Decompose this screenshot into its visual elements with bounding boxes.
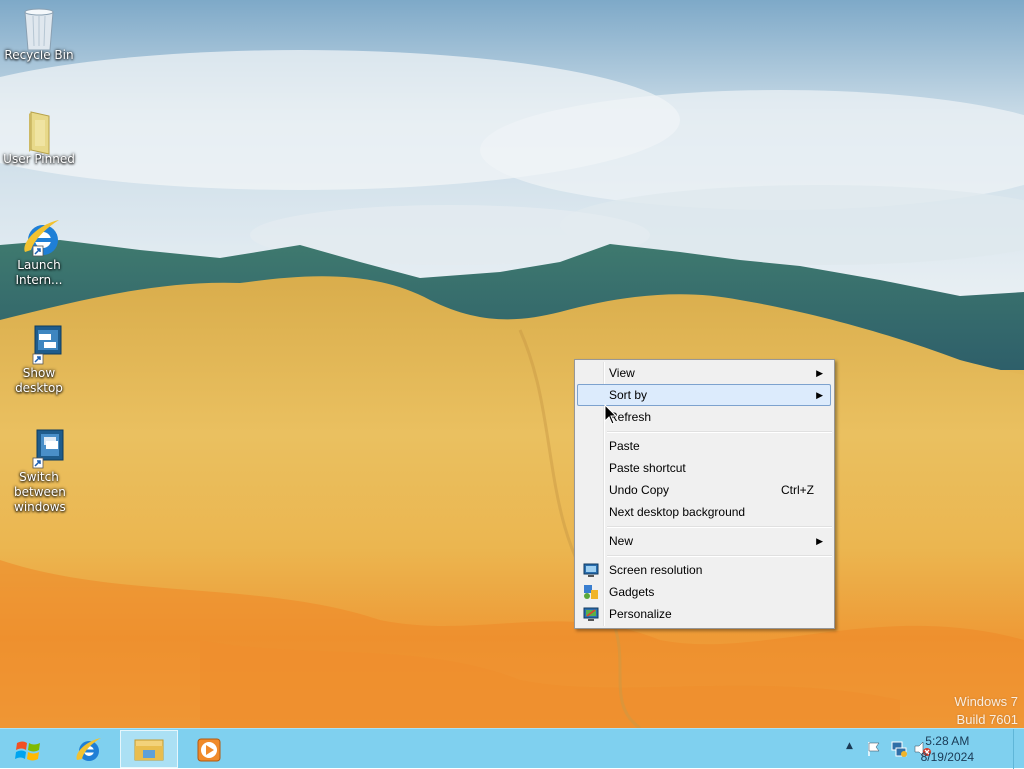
menu-item-label: Personalize	[609, 607, 672, 621]
menu-item-sort-by[interactable]: Sort by ▶	[577, 384, 831, 406]
menu-item-label: Screen resolution	[609, 563, 703, 577]
submenu-arrow-icon: ▶	[816, 536, 823, 546]
menu-item-next-desktop-background[interactable]: Next desktop background	[578, 501, 830, 523]
desktop-icon-recycle-bin[interactable]: Recycle Bin	[0, 6, 78, 63]
taskbar-media-player[interactable]	[180, 730, 238, 768]
submenu-arrow-icon: ▶	[816, 368, 823, 378]
desktop[interactable]: Recycle Bin User Pinned Launch Intern...	[0, 0, 1024, 728]
menu-item-label: Sort by	[609, 388, 648, 402]
start-button-icon	[15, 739, 41, 765]
show-hidden-icons-arrow[interactable]: ▲	[846, 741, 853, 751]
screen-resolution-icon	[583, 562, 599, 578]
clock-date: 8/19/2024	[920, 750, 974, 764]
menu-item-view[interactable]: View ▶	[578, 362, 830, 384]
system-clock[interactable]: 5:28 AM 8/19/2024	[921, 733, 974, 765]
desktop-icon-launch-internet-explorer[interactable]: Launch Intern...	[0, 216, 78, 288]
personalize-icon	[583, 606, 599, 622]
recycle-bin-icon	[19, 6, 59, 51]
windows-watermark: Windows 7 Build 7601	[954, 693, 1018, 729]
internet-explorer-icon	[19, 216, 59, 257]
menu-item-label: Next desktop background	[609, 505, 746, 519]
menu-item-paste[interactable]: Paste	[578, 435, 830, 457]
watermark-line1: Windows 7	[954, 694, 1018, 709]
gadgets-icon	[583, 584, 599, 600]
clock-time: 5:28 AM	[925, 734, 970, 748]
desktop-icon-label: Switch between windows	[14, 470, 66, 514]
start-button[interactable]	[0, 730, 56, 768]
mouse-cursor-icon	[604, 403, 618, 430]
media-player-icon	[197, 738, 221, 766]
show-desktop-button[interactable]	[1013, 729, 1024, 769]
taskbar: ▲ 5:28 AM 8/19/2024	[0, 728, 1024, 769]
menu-item-label: View	[609, 366, 635, 380]
submenu-arrow-icon: ▶	[816, 390, 823, 400]
menu-item-personalize[interactable]: Personalize	[578, 603, 830, 625]
taskbar-file-explorer[interactable]	[120, 730, 178, 768]
menu-item-label: Gadgets	[609, 585, 655, 599]
menu-item-label: Paste shortcut	[609, 461, 686, 475]
switch-windows-icon	[19, 428, 64, 469]
menu-item-label: Undo Copy	[609, 483, 670, 497]
desktop-icon-switch-between-windows[interactable]: Switch between windows	[0, 428, 78, 515]
menu-item-screen-resolution[interactable]: Screen resolution	[578, 559, 830, 581]
menu-separator	[607, 526, 832, 528]
watermark-line2: Build 7601	[956, 712, 1018, 727]
menu-item-label: Paste	[609, 439, 640, 453]
desktop-context-menu: View ▶ Sort by ▶ Refresh Paste Paste sho…	[574, 359, 835, 629]
menu-item-undo-copy[interactable]: Undo Copy Ctrl+Z	[578, 479, 830, 501]
network-icon[interactable]	[890, 740, 908, 762]
menu-item-new[interactable]: New ▶	[578, 530, 830, 552]
desktop-icon-label: Show desktop	[15, 366, 63, 395]
action-center-flag-icon[interactable]	[866, 741, 882, 761]
show-desktop-icon	[19, 324, 62, 365]
menu-item-gadgets[interactable]: Gadgets	[578, 581, 830, 603]
file-explorer-icon	[134, 738, 164, 766]
wallpaper	[0, 0, 1024, 728]
menu-separator	[607, 555, 832, 557]
menu-separator	[607, 431, 832, 433]
desktop-icon-user-pinned[interactable]: User Pinned	[0, 110, 78, 167]
menu-item-paste-shortcut[interactable]: Paste shortcut	[578, 457, 830, 479]
taskbar-internet-explorer[interactable]	[60, 730, 118, 768]
internet-explorer-icon	[74, 736, 104, 768]
desktop-icon-show-desktop[interactable]: Show desktop	[0, 324, 78, 396]
menu-item-label: New	[609, 534, 634, 548]
folder-icon	[19, 110, 59, 155]
menu-item-shortcut: Ctrl+Z	[781, 483, 814, 497]
desktop-icon-label: Launch Intern...	[15, 258, 63, 287]
